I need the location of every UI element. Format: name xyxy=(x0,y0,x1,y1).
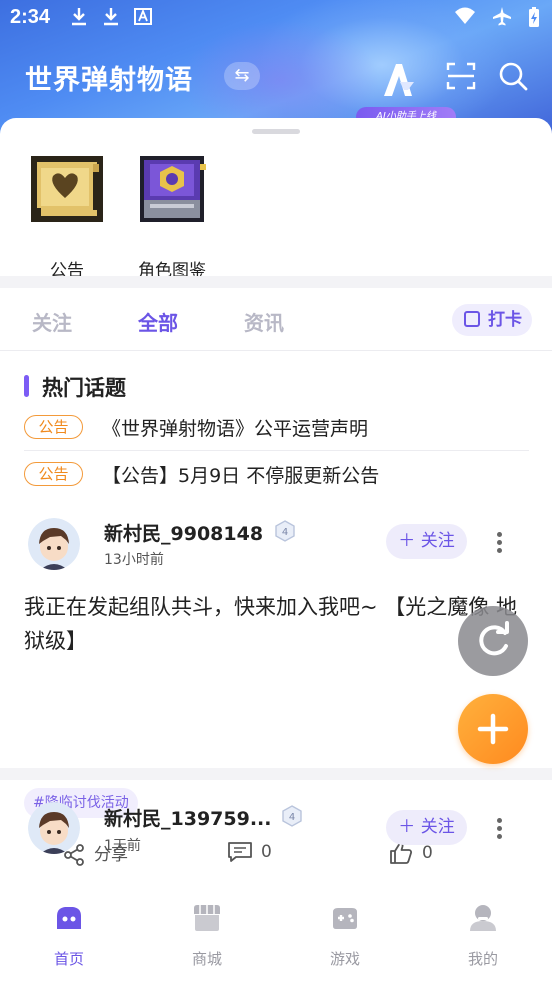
follow-label: 关注 xyxy=(420,817,455,837)
wifi-icon xyxy=(455,7,475,24)
font-a-icon xyxy=(134,8,152,25)
drag-handle[interactable] xyxy=(252,129,300,134)
nav-profile[interactable]: 我的 xyxy=(443,902,523,969)
notice-tag: 公告 xyxy=(24,415,83,439)
level-badge-icon: 4 xyxy=(275,520,295,542)
download-icon xyxy=(104,8,118,26)
tab-all[interactable]: 全部 xyxy=(138,307,178,336)
avatar[interactable] xyxy=(28,802,80,854)
section-divider xyxy=(0,276,552,288)
bottom-nav: 首页 商城 游戏 我的 xyxy=(0,888,552,983)
checkin-button[interactable]: 打卡 xyxy=(452,304,532,336)
shop-icon xyxy=(194,905,220,931)
feed-tabs: 关注 全部 资讯 打卡 xyxy=(0,290,552,350)
profile-icon xyxy=(470,905,496,931)
checkin-label: 打卡 xyxy=(488,310,522,330)
post-time: 13小时前 xyxy=(104,552,164,568)
follow-button[interactable]: ＋ 关注 xyxy=(386,810,467,845)
post-author[interactable]: 新村民_139759... xyxy=(104,804,271,831)
plus-icon xyxy=(477,713,509,745)
level-badge-icon: 4 xyxy=(282,805,302,827)
hot-topics-title: 热门话题 xyxy=(24,372,126,402)
post-author[interactable]: 新村民_9908148 xyxy=(104,519,263,546)
battery-charging-icon xyxy=(529,7,539,27)
svg-text:4: 4 xyxy=(282,527,288,538)
create-post-button[interactable] xyxy=(458,694,528,764)
gamepad-icon xyxy=(333,908,357,929)
shortcut-announcement[interactable]: 公告 xyxy=(7,150,127,281)
status-bar: 2:34 xyxy=(0,0,552,36)
post-card[interactable]: 新村民_139759... 4 1天前 ＋ 关注 xyxy=(0,780,552,888)
post-content[interactable]: 我正在发起组队共斗，快来加入我吧~ 【光之魔像 地狱级】 xyxy=(24,590,529,658)
follow-label: 关注 xyxy=(420,531,455,551)
more-options-icon[interactable] xyxy=(490,815,508,843)
notice-tag: 公告 xyxy=(24,462,83,486)
switch-game-icon[interactable]: ⇆ xyxy=(224,62,260,90)
nav-games[interactable]: 游戏 xyxy=(305,902,385,969)
tab-news[interactable]: 资讯 xyxy=(244,307,284,336)
nav-label: 首页 xyxy=(53,950,84,968)
main-sheet: 公告 角色图鉴 关注 全部 资讯 打卡 热门话题 公告 《世界弹射物语》公平运营… xyxy=(0,118,552,888)
more-options-icon[interactable] xyxy=(490,529,508,557)
refresh-icon xyxy=(479,621,509,656)
svg-text:4: 4 xyxy=(289,812,295,823)
avatar[interactable] xyxy=(28,518,80,570)
nav-shop[interactable]: 商城 xyxy=(167,902,247,969)
ai-assistant-logo[interactable] xyxy=(378,60,418,100)
divider xyxy=(0,350,552,351)
home-icon xyxy=(57,907,81,929)
scroll-heart-icon xyxy=(31,156,103,222)
refresh-button[interactable] xyxy=(458,606,528,676)
follow-button[interactable]: ＋ 关注 xyxy=(386,524,467,559)
notice-item[interactable]: 公告 《世界弹射物语》公平运营声明 xyxy=(24,404,529,450)
notice-text: 【公告】5月9日 不停服更新公告 xyxy=(102,465,380,487)
shortcut-character-book[interactable]: 角色图鉴 xyxy=(112,150,232,281)
post-time: 1天前 xyxy=(104,838,141,854)
nav-home[interactable]: 首页 xyxy=(29,902,109,969)
calendar-check-icon xyxy=(464,311,480,327)
character-book-icon xyxy=(140,156,206,222)
nav-label: 商城 xyxy=(191,950,222,968)
airplane-icon xyxy=(493,7,511,26)
search-icon[interactable] xyxy=(497,60,529,92)
app-title: 世界弹射物语 xyxy=(25,65,193,96)
section-divider xyxy=(0,768,552,780)
notice-item[interactable]: 公告 【公告】5月9日 不停服更新公告 xyxy=(24,451,529,497)
nav-label: 游戏 xyxy=(329,950,360,968)
download-icon xyxy=(72,8,86,26)
status-time: 2:34 xyxy=(10,6,51,28)
tab-follow[interactable]: 关注 xyxy=(32,307,72,336)
notice-text: 《世界弹射物语》公平运营声明 xyxy=(102,418,369,440)
nav-label: 我的 xyxy=(467,950,498,968)
scan-icon[interactable] xyxy=(446,61,476,91)
